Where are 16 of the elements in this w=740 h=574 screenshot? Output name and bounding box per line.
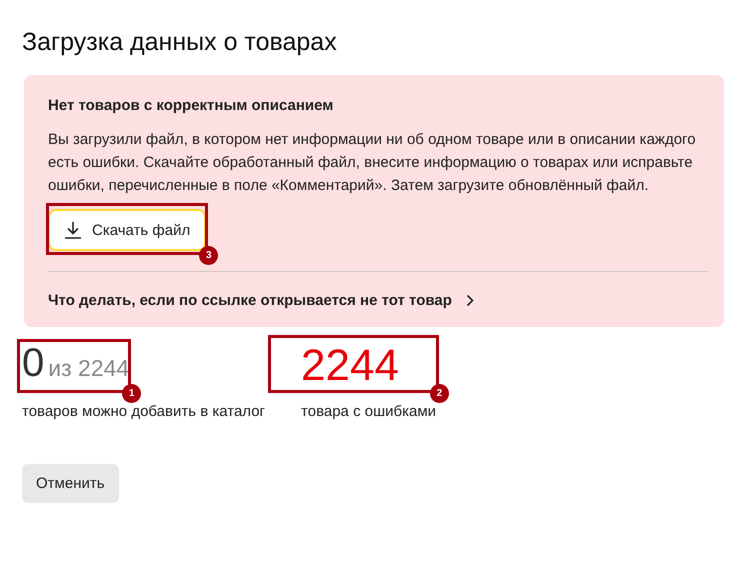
stat-label: товаров можно добавить в каталог xyxy=(22,403,266,420)
stat-value: 0 xyxy=(22,341,44,386)
alert-heading: Нет товаров с корректным описанием xyxy=(48,97,334,114)
help-link[interactable]: Что делать, если по ссылке открывается не тот товар xyxy=(48,292,724,309)
stat-label: товара с ошибками xyxy=(301,403,436,420)
page-title: Загрузка данных о товарах xyxy=(22,28,338,57)
stat-total: из 2244 xyxy=(48,355,130,382)
alert-message: Вы загрузили файл, в котором нет информации ни об одном товаре или в описании каждого есть ошибки. Скачайте обработанный файл, внесите информацию о товарах или исправьте ошибки, перечисленные в поле «Комментарий». Затем загрузите обновлённый файл. xyxy=(48,130,697,196)
download-icon xyxy=(64,221,82,239)
error-count: 2244 xyxy=(301,341,399,391)
callout-number: 3 xyxy=(199,246,218,265)
cancel-button[interactable]: Отменить xyxy=(22,464,119,503)
callout-number: 1 xyxy=(122,384,142,403)
download-button[interactable]: Скачать файл xyxy=(48,209,206,251)
chevron-right-icon xyxy=(466,294,474,307)
callout-number: 2 xyxy=(430,384,449,403)
